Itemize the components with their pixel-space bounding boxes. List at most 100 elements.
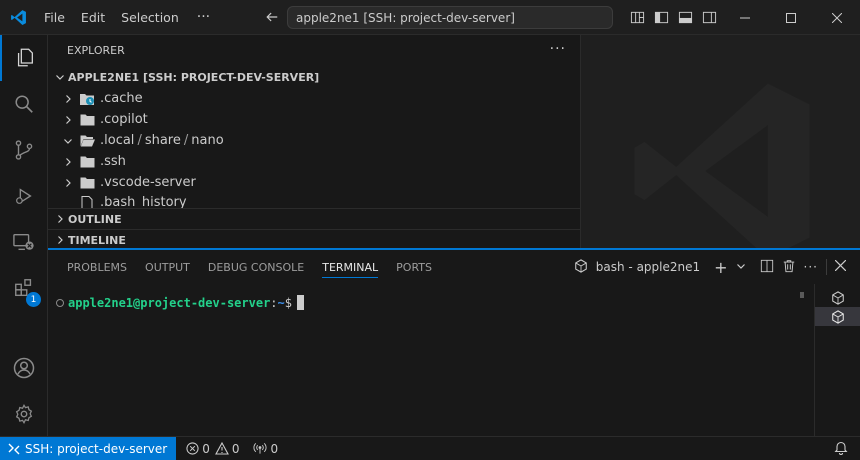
chevron-right-icon: [52, 214, 68, 224]
chevron-right-icon: [60, 115, 76, 125]
ports-status[interactable]: 0: [253, 442, 278, 456]
vscode-logo-icon: [0, 0, 36, 35]
new-terminal-icon[interactable]: +: [714, 258, 727, 277]
tree-item-ssh[interactable]: .ssh: [48, 151, 580, 172]
menu-more-button[interactable]: ···: [187, 9, 220, 25]
editor-area: [582, 35, 860, 248]
tree-path-segment-1: .local: [100, 133, 135, 148]
tab-ports[interactable]: PORTS: [387, 250, 441, 284]
timeline-section[interactable]: TIMELINE: [48, 229, 581, 250]
minimize-icon[interactable]: [722, 0, 768, 35]
command-center[interactable]: apple2ne1 [SSH: project-dev-server]: [287, 6, 613, 29]
tree-path-segment-2: share: [144, 133, 181, 148]
timeline-label: TIMELINE: [68, 233, 126, 247]
menu-selection[interactable]: Selection: [113, 0, 187, 35]
toggle-primary-sidebar-icon[interactable]: [652, 9, 670, 27]
vscode-watermark-icon: [634, 83, 810, 248]
outline-label: OUTLINE: [68, 212, 122, 226]
title-bar: File Edit Selection ··· apple2ne1 [SSH: …: [0, 0, 860, 35]
outline-section[interactable]: OUTLINE: [48, 208, 581, 229]
customize-layout-icon[interactable]: [628, 9, 646, 27]
panel-more-button[interactable]: ···: [804, 260, 818, 274]
toggle-secondary-sidebar-icon[interactable]: [700, 9, 718, 27]
remote-label: SSH: project-dev-server: [25, 441, 168, 456]
command-center-text: apple2ne1 [SSH: project-dev-server]: [296, 10, 515, 25]
tree-item-bash-history[interactable]: .bash_history: [48, 193, 580, 208]
folder-open-icon: [79, 133, 95, 149]
maximize-icon[interactable]: [768, 0, 814, 35]
tree-item-label: .vscode-server: [100, 175, 196, 190]
chevron-down-icon: [60, 136, 76, 146]
ports-count: 0: [270, 441, 279, 456]
terminal-prompt-line[interactable]: apple2ne1@project-dev-server : ~ $: [56, 295, 304, 310]
explorer-header: EXPLORER ···: [48, 35, 580, 66]
toggle-panel-icon[interactable]: [676, 9, 694, 27]
explorer-icon[interactable]: [0, 35, 48, 81]
tree-item-local-share-nano[interactable]: .local / share / nano: [48, 130, 580, 151]
accounts-icon[interactable]: [0, 345, 48, 391]
source-control-icon[interactable]: [0, 127, 48, 173]
back-arrow-icon[interactable]: [260, 5, 284, 29]
warning-icon: [214, 442, 229, 455]
broadcast-icon: [254, 443, 267, 454]
tree-path-segment-3: nano: [191, 133, 224, 148]
explorer-title: EXPLORER: [67, 44, 125, 57]
folder-icon: [79, 112, 95, 128]
workspace-root[interactable]: APPLE2NE1 [SSH: PROJECT-DEV-SERVER]: [48, 66, 580, 88]
chevron-down-icon[interactable]: [736, 260, 746, 274]
prompt-user-host: apple2ne1@project-dev-server: [68, 295, 271, 310]
terminal-tabs-list: [814, 284, 860, 438]
chevron-right-icon: [52, 235, 68, 245]
explorer-more-button[interactable]: ···: [550, 41, 566, 57]
bottom-panel: PROBLEMS OUTPUT DEBUG CONSOLE TERMINAL P…: [48, 248, 860, 438]
prompt-path: ~: [277, 295, 285, 310]
problems-status[interactable]: 0 0: [186, 442, 239, 456]
command-decoration-icon: [56, 298, 64, 307]
panel-close-icon[interactable]: [834, 259, 847, 274]
status-bar: SSH: project-dev-server 0 0 0: [0, 436, 860, 460]
tab-output[interactable]: OUTPUT: [136, 250, 199, 284]
tab-terminal[interactable]: TERMINAL: [313, 250, 387, 284]
terminal-name[interactable]: bash - apple2ne1: [596, 260, 700, 274]
remote-icon: [8, 443, 20, 454]
chevron-right-icon: [60, 94, 76, 104]
terminal-profile-icon: [574, 258, 588, 276]
chevron-down-icon: [52, 72, 68, 82]
kill-terminal-trash-icon[interactable]: [782, 259, 796, 276]
run-debug-icon[interactable]: [0, 173, 48, 219]
error-icon: [186, 442, 199, 455]
extensions-badge: 1: [26, 292, 41, 307]
tree-item-copilot[interactable]: .copilot: [48, 109, 580, 130]
search-icon[interactable]: [0, 81, 48, 127]
tree-item-cache[interactable]: .cache: [48, 88, 580, 109]
menu-edit[interactable]: Edit: [73, 0, 113, 35]
folder-icon: [79, 175, 95, 191]
split-terminal-icon[interactable]: [760, 259, 774, 276]
warning-count: 0: [231, 441, 240, 456]
activity-bar: 1: [0, 35, 48, 436]
tab-debug-console[interactable]: DEBUG CONSOLE: [199, 250, 313, 284]
terminal-instance-1-icon[interactable]: [815, 288, 860, 307]
tree-item-label: .cache: [100, 91, 143, 106]
chevron-right-icon: [60, 178, 76, 188]
extensions-icon[interactable]: 1: [0, 265, 48, 311]
tab-problems[interactable]: PROBLEMS: [58, 250, 136, 284]
terminal-cursor: [297, 295, 304, 310]
tree-item-label: .bash_history: [100, 195, 187, 208]
tree-item-label: .copilot: [100, 112, 148, 127]
chevron-right-icon: [60, 157, 76, 167]
prompt-colon: :: [270, 295, 278, 310]
cache-folder-icon: [79, 91, 95, 107]
prompt-symbol: $: [284, 295, 292, 310]
terminal-instance-2-icon[interactable]: [815, 307, 860, 326]
close-icon[interactable]: [814, 0, 860, 35]
workspace-root-label: APPLE2NE1 [SSH: PROJECT-DEV-SERVER]: [68, 70, 320, 84]
tree-item-vscode-server[interactable]: .vscode-server: [48, 172, 580, 193]
terminal-scrollbar[interactable]: [800, 292, 804, 298]
menu-file[interactable]: File: [36, 0, 73, 35]
remote-indicator[interactable]: SSH: project-dev-server: [0, 437, 177, 460]
remote-explorer-icon[interactable]: [0, 219, 48, 265]
settings-gear-icon[interactable]: [0, 391, 48, 437]
notifications-bell-icon[interactable]: [834, 440, 848, 458]
tree-item-label: .ssh: [100, 154, 126, 169]
